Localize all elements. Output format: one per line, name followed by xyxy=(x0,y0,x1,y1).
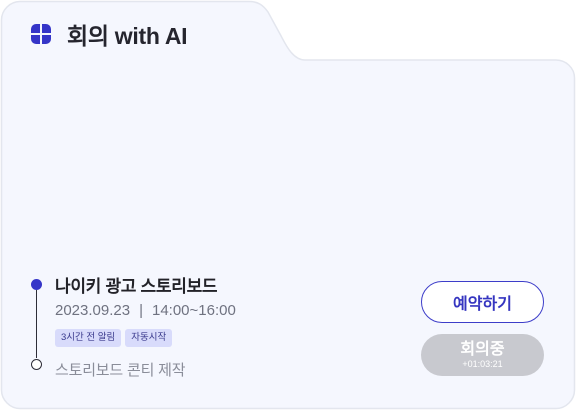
event-tags: 3시간 전 알림 자동시작 xyxy=(55,329,176,347)
timeline-line xyxy=(36,290,37,358)
current-event-title[interactable]: 나이키 광고 스토리보드 xyxy=(55,272,218,297)
card-header: 회의 with AI xyxy=(29,18,188,50)
current-event-datetime: 2023.09.23 | 14:00~16:00 xyxy=(55,302,236,319)
tag-autostart: 자동시작 xyxy=(125,329,173,347)
in-meeting-label: 회의중 xyxy=(460,340,505,358)
event-time: 14:00~16:00 xyxy=(151,302,236,319)
timeline-next-dot xyxy=(31,359,42,370)
tag-reminder: 3시간 전 알림 xyxy=(55,329,122,347)
event-date: 2023.09.23 xyxy=(55,302,131,319)
timeline-current-dot xyxy=(31,279,42,290)
in-meeting-button[interactable]: 회의중 +01:03:21 xyxy=(421,334,544,376)
clover-grid-icon xyxy=(31,24,51,44)
card-title: 회의 with AI xyxy=(67,23,188,49)
meeting-timer: +01:03:21 xyxy=(462,358,503,369)
reserve-button[interactable]: 예약하기 xyxy=(421,281,544,323)
next-event-title[interactable]: 스토리보드 콘티 제작 xyxy=(55,359,186,380)
meta-separator: | xyxy=(139,302,143,319)
